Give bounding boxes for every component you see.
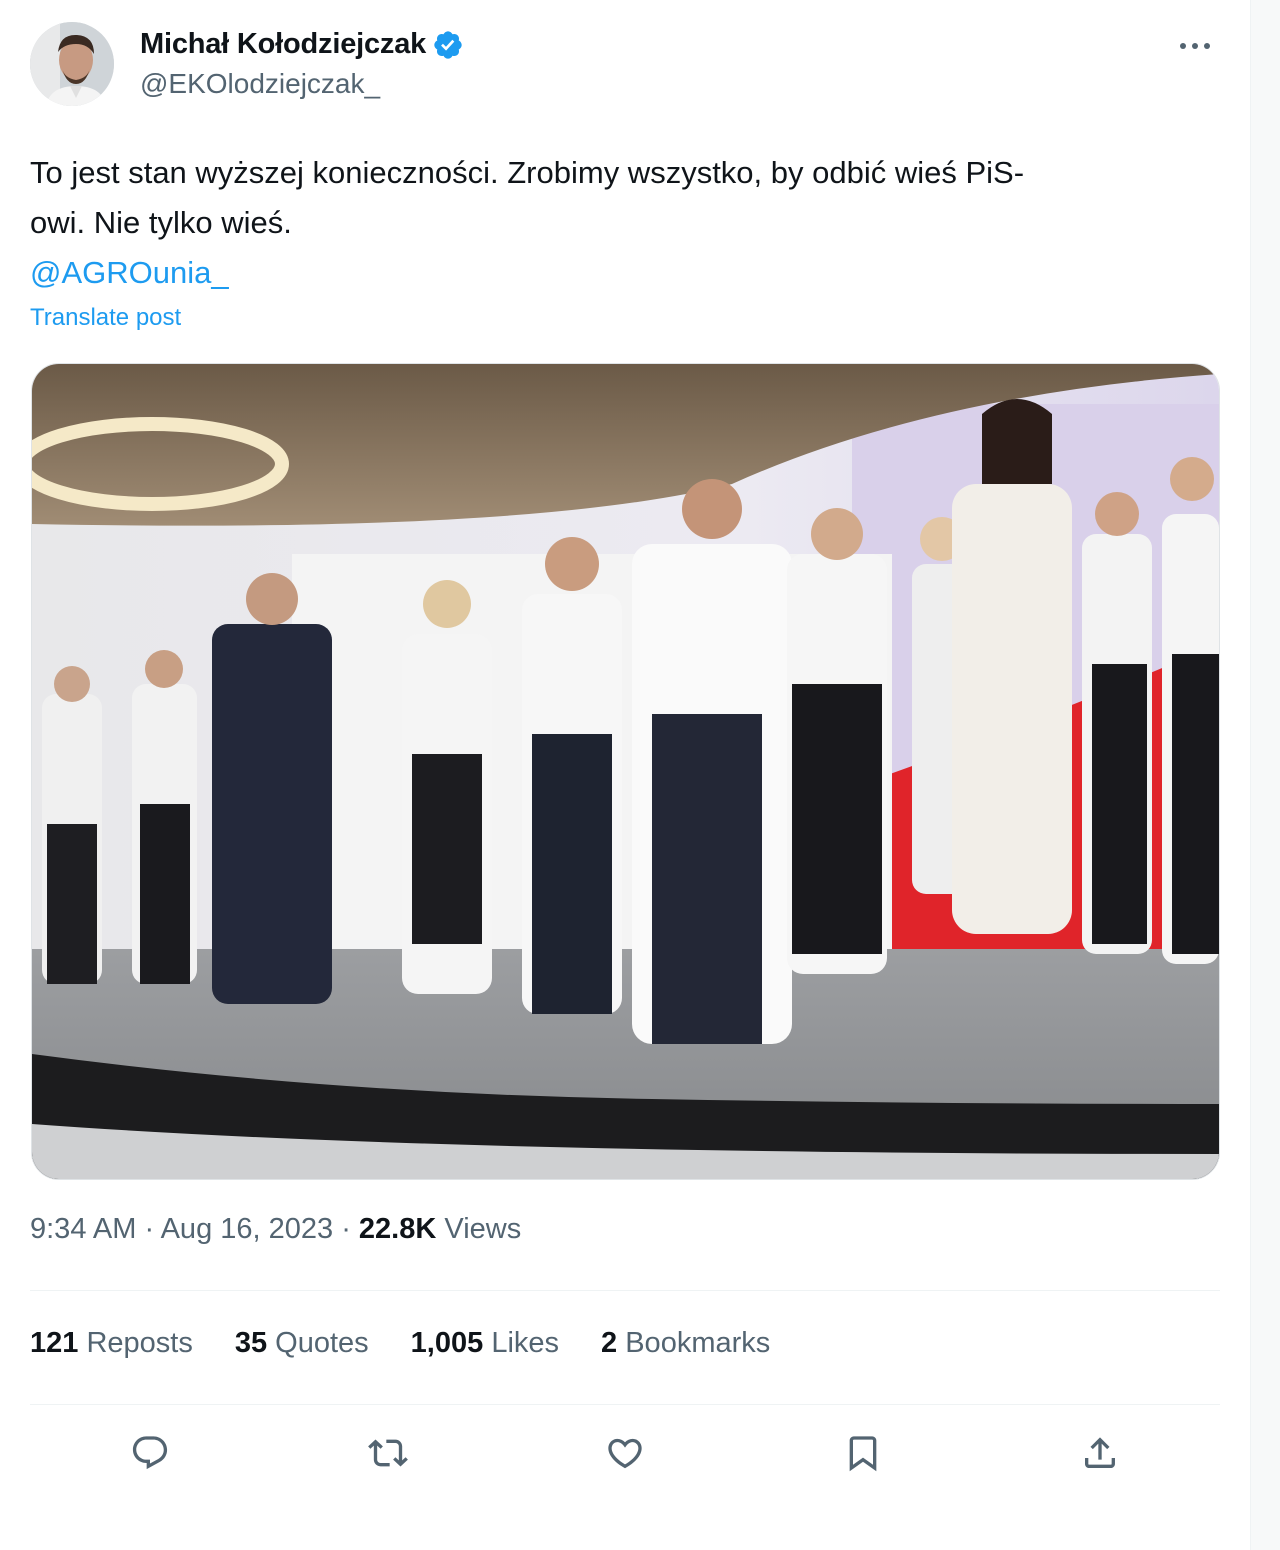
- bookmarks-count: 2: [601, 1327, 618, 1359]
- likes-count: 1,005: [410, 1327, 484, 1359]
- share-icon[interactable]: [1070, 1428, 1130, 1478]
- post-time[interactable]: 9:34 AM: [30, 1213, 136, 1245]
- quotes-label: Quotes: [275, 1327, 369, 1359]
- post-date[interactable]: Aug 16, 2023: [161, 1213, 334, 1245]
- repost-icon[interactable]: [358, 1428, 418, 1478]
- post-header: Michał Kołodziejczak @EKOlodziejczak_: [30, 20, 1225, 110]
- display-name[interactable]: Michał Kołodziejczak: [140, 28, 426, 61]
- mention-link[interactable]: @AGROunia_: [30, 248, 229, 298]
- reply-icon[interactable]: [120, 1428, 180, 1478]
- post-meta: 9:34 AM · Aug 16, 2023 · 22.8K Views: [30, 1213, 521, 1246]
- verified-badge-icon: [432, 29, 464, 61]
- reposts-label: Reposts: [86, 1327, 193, 1359]
- likes-stat[interactable]: 1,005 Likes: [411, 1327, 559, 1360]
- meta-separator: ·: [144, 1213, 161, 1245]
- translate-post-link[interactable]: Translate post: [30, 304, 181, 332]
- tweet-text-line-2: owi. Nie tylko wieś.: [30, 205, 292, 240]
- divider: [30, 1290, 1220, 1291]
- quotes-count: 35: [234, 1327, 268, 1359]
- reposts-stat[interactable]: 121 Reposts: [30, 1327, 193, 1360]
- bookmark-icon[interactable]: [833, 1428, 893, 1478]
- name-row: Michał Kołodziejczak: [140, 28, 464, 61]
- right-rail: [1250, 0, 1280, 1550]
- views-label: Views: [444, 1213, 522, 1245]
- more-options-icon[interactable]: [1175, 34, 1215, 58]
- tweet-text: To jest stan wyższej konieczności. Zrobi…: [30, 148, 1220, 248]
- likes-label: Likes: [491, 1327, 560, 1359]
- reposts-count: 121: [30, 1327, 79, 1359]
- tweet-text-line-1: To jest stan wyższej konieczności. Zrobi…: [30, 155, 1025, 190]
- divider: [30, 1404, 1220, 1405]
- post-photo[interactable]: [31, 363, 1220, 1180]
- views-count: 22.8K: [358, 1213, 437, 1245]
- quotes-stat[interactable]: 35 Quotes: [235, 1327, 369, 1360]
- engagement-stats: 121 Reposts 35 Quotes 1,005 Likes 2 Book…: [30, 1327, 770, 1360]
- action-bar: [120, 1428, 1130, 1478]
- like-icon[interactable]: [595, 1428, 655, 1478]
- bookmarks-stat[interactable]: 2 Bookmarks: [601, 1327, 770, 1360]
- meta-separator: ·: [341, 1213, 359, 1245]
- user-handle[interactable]: @EKOlodziejczak_: [140, 68, 380, 100]
- bookmarks-label: Bookmarks: [625, 1327, 771, 1359]
- avatar[interactable]: [30, 22, 114, 106]
